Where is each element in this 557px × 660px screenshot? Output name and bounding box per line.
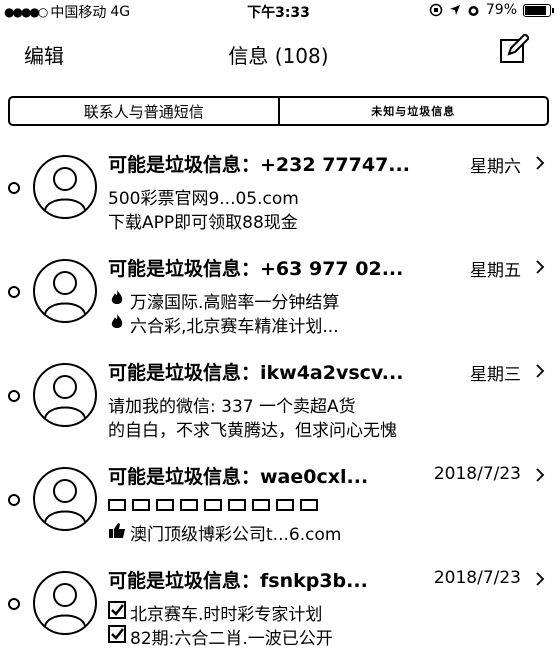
preview-text: 下载APP即可领取88现金 (108, 213, 298, 233)
message-date: 2018/7/23 (433, 464, 521, 484)
message-date: 2018/7/23 (433, 568, 521, 588)
chevron-right-icon (536, 468, 545, 482)
lock-rotation-icon (429, 3, 443, 17)
message-row[interactable]: 可能是垃圾信息：wae0cxl... 2018/7/23 澳门顶级博彩公司t...6… (0, 452, 557, 556)
preview-text: 500彩票官网9...05.com (108, 189, 299, 209)
message-preview-line2: 六合彩,北京赛车精准计划... (108, 312, 339, 337)
message-list: 可能是垃圾信息：+232 77747... 星期六 500彩票官网9...05.co… (0, 140, 557, 660)
unread-indicator (8, 598, 20, 610)
preview-text: 六合彩,北京赛车精准计划... (130, 317, 339, 337)
checkbox-icon (108, 601, 126, 624)
message-sender: 可能是垃圾信息：wae0cxl... (108, 466, 369, 488)
compose-icon[interactable] (499, 34, 529, 64)
placeholder-boxes (108, 496, 324, 516)
fire-icon (108, 289, 126, 312)
status-bar: ●●●●○ 中国移动 4G 下午3:33 79% (0, 0, 557, 22)
message-date: 星期六 (470, 157, 521, 177)
tab-unknown-spam[interactable]: 未知与垃圾信息 (280, 98, 548, 124)
message-preview-line2: 的自白，不求飞黄腾达，但求问心无愧 (108, 416, 397, 441)
message-row[interactable]: 可能是垃圾信息：+63 977 02... 星期五万濠国际.高赔率一分钟结算 六合彩… (0, 244, 557, 348)
avatar-icon (32, 362, 98, 428)
message-preview-line1 (108, 496, 328, 516)
tab-contacts[interactable]: 联系人与普通短信 (10, 98, 280, 124)
page-title: 信息 (108) (228, 44, 329, 68)
message-sender: 可能是垃圾信息：+63 977 02... (108, 258, 404, 280)
battery-percent: 79% (485, 2, 517, 18)
preview-text: 的自白，不求飞黄腾达，但求问心无愧 (108, 421, 397, 441)
message-preview-line1: 请加我的微信: 337 一个卖超A货 (108, 392, 356, 417)
preview-text: 82期:六合二肖.一波已公开 (130, 629, 333, 649)
fire-icon (108, 313, 126, 336)
message-sender: 可能是垃圾信息：+232 77747... (108, 154, 410, 176)
avatar-icon (32, 154, 98, 220)
avatar-icon (32, 570, 98, 636)
nav-bar: 编辑 信息 (108) (0, 22, 557, 80)
chevron-right-icon (536, 260, 545, 274)
message-row[interactable]: 可能是垃圾信息：ikw4a2vscv... 星期三请加我的微信: 337 一个卖超… (0, 348, 557, 452)
message-preview-line2: 澳门顶级博彩公司t...6.com (108, 520, 341, 545)
status-right: 79% (429, 2, 554, 18)
message-preview-line2: 82期:六合二肖.一波已公开 (108, 624, 333, 649)
battery-fill (525, 5, 546, 15)
chevron-right-icon (536, 572, 545, 586)
avatar-icon (32, 466, 98, 532)
message-preview-line1: 万濠国际.高赔率一分钟结算 (108, 288, 339, 313)
message-preview-line1: 北京赛车.时时彩专家计划 (108, 600, 322, 625)
battery-icon (523, 3, 554, 17)
unread-indicator (8, 286, 20, 298)
preview-text: 北京赛车.时时彩专家计划 (130, 605, 323, 625)
preview-text: 澳门顶级博彩公司t...6.com (130, 525, 342, 545)
checkbox-icon (108, 625, 126, 648)
message-sender: 可能是垃圾信息：ikw4a2vscv... (108, 362, 404, 384)
message-row[interactable]: 可能是垃圾信息：fsnkp3b... 2018/7/23 北京赛车.时时彩专家计划 8… (0, 556, 557, 660)
avatar-icon (32, 258, 98, 324)
location-icon (449, 5, 460, 15)
unread-indicator (8, 494, 20, 506)
alarm-icon (468, 5, 479, 16)
preview-text: 请加我的微信: 337 一个卖超A货 (108, 397, 356, 417)
message-row[interactable]: 可能是垃圾信息：+232 77747... 星期六 500彩票官网9...05.co… (0, 140, 557, 244)
thumb-icon (108, 521, 126, 544)
chevron-right-icon (536, 156, 545, 170)
unread-indicator (8, 182, 20, 194)
message-date: 星期五 (470, 261, 521, 281)
unread-indicator (8, 390, 20, 402)
preview-text: 万濠国际.高赔率一分钟结算 (130, 293, 340, 313)
message-preview-line2: 下载APP即可领取88现金 (108, 208, 298, 233)
message-preview-line1: 500彩票官网9...05.com (108, 184, 299, 209)
message-date: 星期三 (470, 365, 521, 385)
segmented-control: 联系人与普通短信 未知与垃圾信息 (8, 96, 549, 126)
message-sender: 可能是垃圾信息：fsnkp3b... (108, 570, 368, 592)
chevron-right-icon (536, 364, 545, 378)
